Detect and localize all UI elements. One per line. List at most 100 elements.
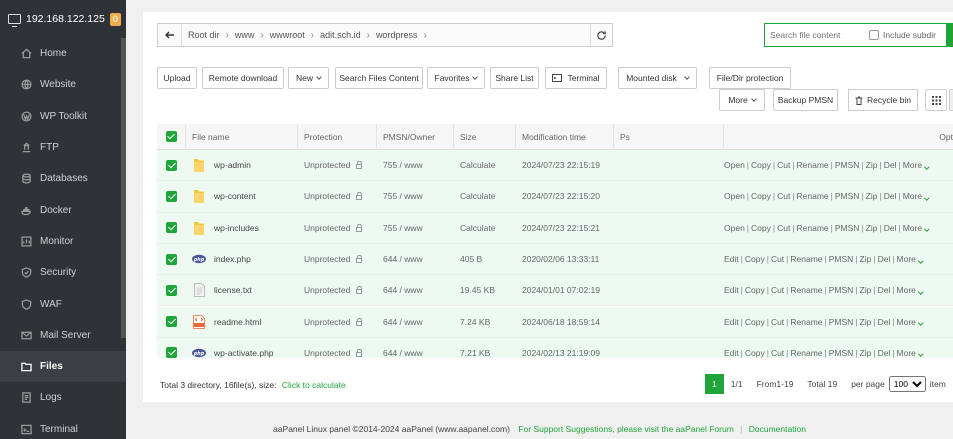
table-row[interactable]: readme.html Unprotected 644 / www 7.24 KB 20…	[157, 306, 953, 338]
file-name[interactable]: wp-includes	[214, 223, 259, 233]
protection-cell[interactable]: Unprotected	[298, 191, 377, 201]
file-name-cell[interactable]: license.txt	[186, 282, 298, 298]
op-rename-link[interactable]: Rename	[797, 160, 829, 170]
row-checkbox-cell[interactable]	[157, 347, 186, 358]
row-checkbox[interactable]	[166, 253, 177, 265]
op-open-link[interactable]: Open	[724, 160, 745, 170]
refresh-button[interactable]	[590, 24, 612, 46]
op-more-link[interactable]: More	[897, 285, 916, 295]
op-zip-link[interactable]: Zip	[860, 317, 872, 327]
op-pmsn-link[interactable]: PMSN	[835, 191, 860, 201]
table-row[interactable]: php index.php Unprotected 644 / www 405 B 202…	[157, 243, 953, 276]
remote-download-button[interactable]: Remote download	[202, 67, 284, 89]
row-checkbox[interactable]	[166, 284, 177, 296]
sidebar-item-website[interactable]: Website	[0, 69, 126, 100]
op-del-link[interactable]: Del	[884, 160, 897, 170]
server-header[interactable]: 192.168.122.125 0	[0, 0, 126, 38]
table-row[interactable]: wp-admin Unprotected 755 / www Calculate 202…	[157, 150, 953, 182]
breadcrumb-item[interactable]: adit.sch.id	[320, 30, 361, 40]
favorites-button[interactable]: Favorites	[427, 67, 485, 89]
op-cut-link[interactable]: Cut	[771, 348, 784, 358]
search-files-content-button[interactable]: Search Files Content	[335, 67, 423, 89]
col-pmsn[interactable]: PMSN/Owner	[377, 124, 454, 150]
op-del-link[interactable]: Del	[878, 348, 891, 358]
op-cut-link[interactable]: Cut	[771, 254, 784, 264]
share-list-button[interactable]: Share List	[490, 67, 539, 89]
recycle-bin-button[interactable]: Recycle bin	[848, 89, 918, 111]
sidebar-item-docker[interactable]: Docker	[0, 194, 126, 225]
upload-button[interactable]: Upload	[157, 67, 197, 89]
file-name-cell[interactable]: readme.html	[186, 314, 298, 330]
op-more-link[interactable]: More	[897, 317, 916, 327]
op-pmsn-link[interactable]: PMSN	[829, 254, 854, 264]
row-checkbox-cell[interactable]	[157, 222, 186, 234]
table-row[interactable]: license.txt Unprotected 644 / www 19.45 KB 2…	[157, 275, 953, 307]
row-checkbox[interactable]	[166, 190, 177, 202]
row-checkbox-cell[interactable]	[157, 316, 186, 328]
op-more-link[interactable]: More	[903, 223, 922, 233]
row-checkbox-cell[interactable]	[157, 284, 186, 296]
include-subdir-checkbox[interactable]	[869, 30, 879, 40]
op-rename-link[interactable]: Rename	[797, 191, 829, 201]
op-zip-link[interactable]: Zip	[860, 285, 872, 295]
pmsn-owner[interactable]: 644 / www	[377, 254, 454, 264]
col-protection[interactable]: Protection	[298, 124, 377, 150]
row-checkbox-cell[interactable]	[157, 190, 186, 202]
op-zip-link[interactable]: Zip	[866, 223, 878, 233]
protection-cell[interactable]: Unprotected	[298, 160, 377, 170]
backup-pmsn-button[interactable]: Backup PMSN	[773, 89, 838, 111]
op-cut-link[interactable]: Cut	[771, 317, 784, 327]
sidebar-item-wp-toolkit[interactable]: WP Toolkit	[0, 101, 126, 132]
protection-cell[interactable]: Unprotected	[298, 348, 377, 358]
sidebar-item-files[interactable]: Files	[0, 350, 126, 383]
pmsn-owner[interactable]: 755 / www	[377, 191, 454, 201]
row-checkbox[interactable]	[166, 316, 177, 328]
calculate-size-link[interactable]: Click to calculate	[282, 380, 346, 390]
protection-cell[interactable]: Unprotected	[298, 317, 377, 327]
col-modification-time[interactable]: Modification time	[516, 124, 614, 150]
file-name[interactable]: wp-admin	[214, 160, 251, 170]
search-button[interactable]	[946, 23, 952, 47]
row-checkbox-cell[interactable]	[157, 253, 186, 265]
op-cut-link[interactable]: Cut	[777, 160, 790, 170]
file-name[interactable]: wp-activate.php	[214, 348, 274, 358]
file-name-cell[interactable]: wp-content	[186, 188, 298, 204]
sidebar-item-home[interactable]: Home	[0, 38, 126, 69]
file-name-cell[interactable]: php wp-activate.php	[186, 345, 298, 358]
table-row[interactable]: wp-includes Unprotected 755 / www Calculate…	[157, 212, 953, 244]
back-button[interactable]	[158, 24, 182, 46]
lock-icon[interactable]	[356, 286, 363, 295]
lock-icon[interactable]	[356, 223, 363, 232]
op-del-link[interactable]: Del	[884, 223, 897, 233]
op-cut-link[interactable]: Cut	[777, 191, 790, 201]
op-edit-link[interactable]: Edit	[724, 285, 739, 295]
select-all-checkbox[interactable]	[165, 131, 177, 142]
op-pmsn-link[interactable]: PMSN	[829, 348, 854, 358]
op-edit-link[interactable]: Edit	[724, 254, 739, 264]
op-zip-link[interactable]: Zip	[866, 191, 878, 201]
op-del-link[interactable]: Del	[878, 285, 891, 295]
breadcrumb-item[interactable]: www	[235, 30, 255, 40]
sidebar-item-mail-server[interactable]: Mail Server	[0, 320, 126, 351]
op-pmsn-link[interactable]: PMSN	[829, 285, 854, 295]
sidebar-item-ftp[interactable]: FTP	[0, 132, 126, 163]
col-size[interactable]: Size	[454, 124, 516, 150]
protection-cell[interactable]: Unprotected	[298, 285, 377, 295]
file-name[interactable]: license.txt	[214, 285, 252, 295]
op-edit-link[interactable]: Edit	[724, 317, 739, 327]
table-row[interactable]: php wp-activate.php Unprotected 644 / www 7.…	[157, 337, 953, 358]
op-copy-link[interactable]: Copy	[745, 348, 765, 358]
file-size[interactable]: Calculate	[454, 160, 516, 170]
file-size[interactable]: Calculate	[454, 191, 516, 201]
file-name[interactable]: wp-content	[214, 191, 256, 201]
forum-link[interactable]: For Support Suggestions, please visit th…	[518, 424, 733, 434]
op-del-link[interactable]: Del	[878, 317, 891, 327]
op-rename-link[interactable]: Rename	[790, 317, 822, 327]
op-more-link[interactable]: More	[903, 191, 922, 201]
op-cut-link[interactable]: Cut	[777, 223, 790, 233]
op-zip-link[interactable]: Zip	[866, 160, 878, 170]
op-pmsn-link[interactable]: PMSN	[835, 223, 860, 233]
op-copy-link[interactable]: Copy	[745, 254, 765, 264]
op-zip-link[interactable]: Zip	[860, 254, 872, 264]
lock-icon[interactable]	[356, 255, 363, 264]
